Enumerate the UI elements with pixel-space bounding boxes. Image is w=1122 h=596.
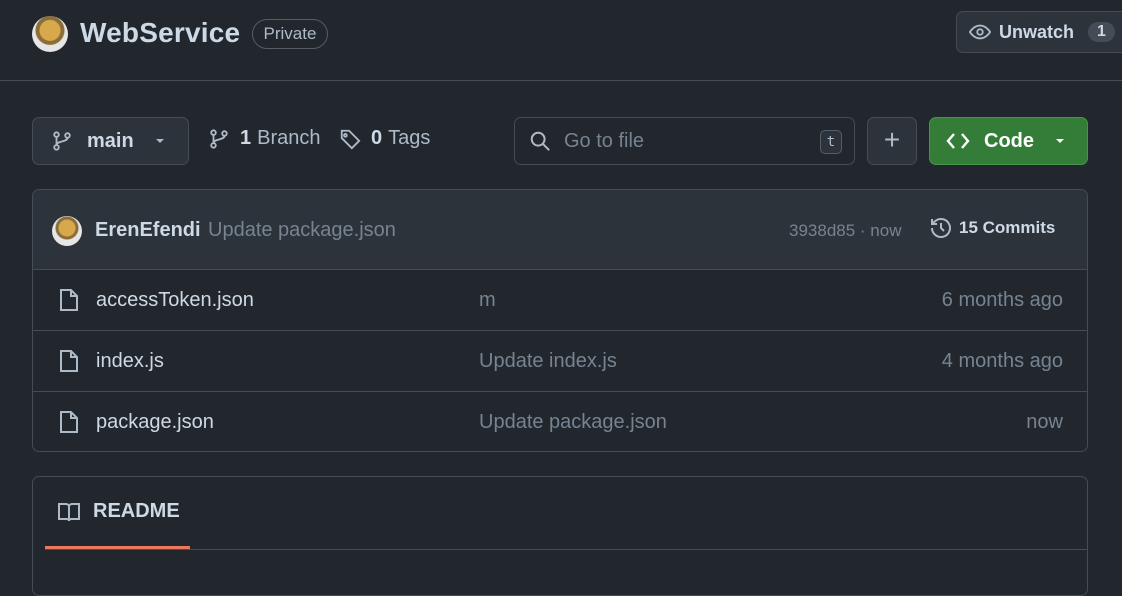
commit-author-link[interactable]: ErenEfendi <box>95 219 201 242</box>
branch-selector-button[interactable]: main <box>32 117 189 165</box>
file-icon <box>60 289 78 311</box>
book-icon <box>58 502 80 521</box>
shortcut-key: t <box>820 130 842 154</box>
git-branch-icon <box>210 128 228 149</box>
search-icon <box>530 131 550 151</box>
file-icon <box>60 350 78 372</box>
commits-count-label: 15 Commits <box>959 218 1056 237</box>
commit-author-avatar[interactable] <box>52 216 82 246</box>
file-browser: ErenEfendi Update package.json 3938d85 ·… <box>32 189 1088 452</box>
tag-count: 0 <box>371 127 383 149</box>
file-commit-time: 6 months ago <box>941 289 1063 311</box>
eye-icon <box>969 24 991 40</box>
file-commit-message[interactable]: m <box>479 289 496 312</box>
branch-count: 1 <box>240 127 252 149</box>
file-commit-time: now <box>1026 411 1063 433</box>
file-icon <box>60 411 78 433</box>
owner-avatar[interactable] <box>32 16 68 52</box>
file-commit-time: 4 months ago <box>941 350 1063 372</box>
watch-count-badge: 1 <box>1088 22 1115 42</box>
readme-panel: README <box>32 476 1088 596</box>
file-row[interactable]: accessToken.json m 6 months ago <box>33 270 1087 331</box>
commit-message-link[interactable]: Update package.json <box>208 219 396 242</box>
branch-label: Branch <box>257 127 321 149</box>
commit-sha-time[interactable]: 3938d85 · now <box>789 221 901 241</box>
branches-link[interactable]: 1 Branch <box>208 127 321 150</box>
file-row[interactable]: package.json Update package.json now <box>33 392 1087 451</box>
tab-readme[interactable]: README <box>45 477 190 549</box>
commits-history-link[interactable]: 15 Commits <box>929 216 1055 240</box>
file-name-link[interactable]: accessToken.json <box>96 289 254 312</box>
history-icon <box>931 218 951 238</box>
code-label: Code <box>984 129 1034 152</box>
repo-header: WebService Private Unwatch 1 <box>0 0 1122 81</box>
visibility-badge: Private <box>252 19 328 49</box>
code-icon <box>946 133 970 149</box>
git-branch-icon <box>53 131 71 151</box>
readme-divider <box>45 549 1087 550</box>
go-to-file-placeholder: Go to file <box>564 129 645 152</box>
chevron-down-icon <box>1056 139 1064 143</box>
repo-name-link[interactable]: WebService <box>80 17 240 49</box>
add-file-button[interactable]: + <box>867 117 917 165</box>
readme-tab-label: README <box>93 500 180 522</box>
go-to-file-input[interactable]: Go to file t <box>514 117 855 165</box>
branch-name: main <box>87 129 134 152</box>
tags-link[interactable]: 0 Tags <box>339 127 430 150</box>
tag-icon <box>340 129 361 149</box>
file-commit-message[interactable]: Update index.js <box>479 350 617 373</box>
unwatch-label: Unwatch <box>999 21 1075 42</box>
latest-commit-bar: ErenEfendi Update package.json 3938d85 ·… <box>33 190 1087 270</box>
file-name-link[interactable]: index.js <box>96 350 164 373</box>
chevron-down-icon <box>155 139 164 143</box>
file-row[interactable]: index.js Update index.js 4 months ago <box>33 331 1087 392</box>
unwatch-button[interactable]: Unwatch 1 <box>956 11 1122 53</box>
file-commit-message[interactable]: Update package.json <box>479 411 667 434</box>
file-name-link[interactable]: package.json <box>96 411 214 434</box>
code-button[interactable]: Code <box>929 117 1088 165</box>
tag-label: Tags <box>388 127 431 149</box>
